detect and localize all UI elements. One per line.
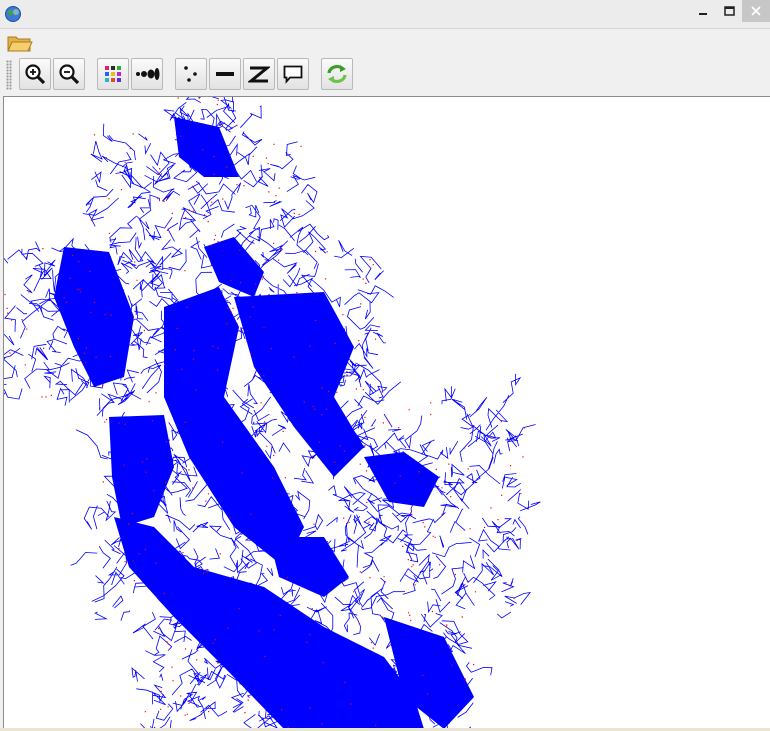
color-grid-button[interactable] [97,58,129,90]
map-viewport[interactable] [3,96,770,728]
folder-open-icon [7,36,33,52]
urban-road-mesh [54,247,134,387]
callout-icon [283,65,303,84]
title-bar [0,0,770,29]
toolbar [0,56,770,94]
points-button[interactable] [175,58,207,90]
line-button[interactable] [209,58,241,90]
node-size-icon [136,68,160,80]
menu-bar [0,29,770,56]
close-icon [751,6,761,16]
dense-road-areas [54,117,474,728]
refresh-icon [327,65,347,83]
road-network-map[interactable] [4,97,770,728]
maximize-button[interactable] [716,0,742,22]
urban-road-mesh [269,537,349,597]
points-icon [184,66,197,82]
minimize-button[interactable] [690,0,716,22]
polyline-icon [248,66,270,83]
node-size-button[interactable] [131,58,163,90]
line-icon [216,72,234,76]
callout-button[interactable] [277,58,309,90]
zoom-in-icon [25,64,46,85]
toolbar-grip[interactable] [6,60,12,90]
maximize-icon [723,6,735,16]
zoom-in-button[interactable] [19,58,51,90]
open-file-button[interactable] [6,32,34,54]
color-grid-icon [105,66,121,82]
zoom-out-button[interactable] [53,58,85,90]
polyline-button[interactable] [243,58,275,90]
globe-icon [5,6,21,22]
minimize-icon [699,13,707,15]
urban-road-mesh [174,117,239,177]
zoom-out-icon [59,64,80,85]
urban-road-mesh [204,237,264,297]
refresh-button[interactable] [321,58,353,90]
close-button[interactable] [742,0,770,22]
